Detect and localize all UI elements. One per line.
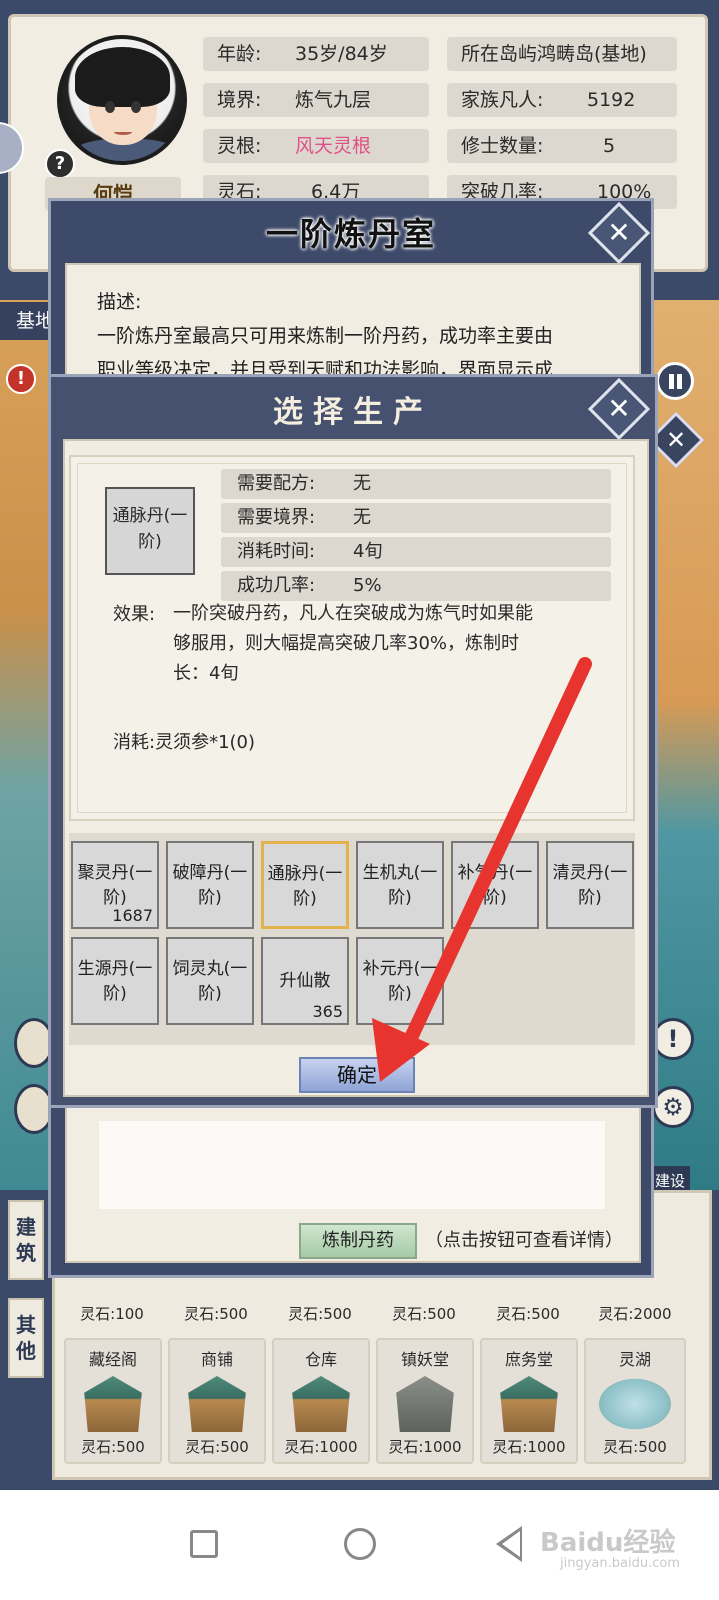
confirm-button[interactable]: 确定 [299, 1057, 415, 1093]
building-cost: 灵石:500 [288, 1305, 352, 1323]
tab-other[interactable]: 其他 [8, 1298, 44, 1378]
effect-label: 效果: [113, 604, 156, 625]
result-area [99, 1121, 605, 1209]
building-cost: 灵石:500 [184, 1305, 248, 1323]
req-time: 消耗时间: 4旬 [221, 537, 611, 567]
detail-panel: 通脉丹(一阶) 需要配方: 无 需要境界: 无 消耗时间: 4旬 成功几率: 5% 效果… [69, 455, 635, 821]
description-label: 描述: [97, 291, 142, 313]
production-body: 通脉丹(一阶) 需要配方: 无 需要境界: 无 消耗时间: 4旬 成功几率: 5% 效果… [63, 439, 649, 1097]
pause-icon[interactable] [656, 362, 694, 400]
home-icon[interactable] [344, 1528, 376, 1560]
age-stat: 年龄: 35岁/84岁 [203, 37, 429, 71]
building-card-spirit-lake[interactable]: 灵湖 灵石:500 [584, 1338, 686, 1464]
island-location: 所在岛屿鸿畴岛(基地) [447, 37, 677, 71]
building-image [599, 1378, 671, 1430]
building-card-warehouse[interactable]: 仓库 灵石:1000 [272, 1338, 370, 1464]
building-image [500, 1376, 558, 1432]
selected-pill-icon: 通脉丹(一阶) [105, 487, 195, 575]
req-realm: 需要境界: 无 [221, 503, 611, 533]
building-cost: 灵石:100 [80, 1305, 144, 1323]
pill-grid: 聚灵丹(一阶) 1687 破障丹(一阶) 通脉丹(一阶) 生机丸(一阶) 补气丹(… [69, 833, 635, 1045]
building-image [396, 1376, 454, 1432]
alert-icon[interactable]: ! [6, 364, 36, 394]
description-line: 一阶炼丹室最高只可用来炼制一阶丹药，成功率主要由 [97, 325, 554, 347]
building-image [84, 1376, 142, 1432]
building-card-shop[interactable]: 商铺 灵石:500 [168, 1338, 266, 1464]
watermark-url: jingyan.baidu.com [560, 1556, 680, 1571]
pill-item[interactable]: 补气丹(一阶) [451, 841, 539, 929]
pill-item[interactable]: 饲灵丸(一阶) [166, 937, 254, 1025]
recent-apps-icon[interactable] [190, 1530, 218, 1558]
back-icon[interactable] [496, 1526, 522, 1562]
pill-item[interactable]: 生机丸(一阶) [356, 841, 444, 929]
building-card-library[interactable]: 藏经阁 灵石:500 [64, 1338, 162, 1464]
building-card-demon-hall[interactable]: 镇妖堂 灵石:1000 [376, 1338, 474, 1464]
watermark: Baidu经验 [540, 1528, 676, 1558]
notice-icon[interactable]: ! [652, 1018, 694, 1060]
req-success-rate: 成功几率: 5% [221, 571, 611, 601]
pill-item[interactable]: 升仙散 365 [261, 937, 349, 1025]
effect-text: 一阶突破丹药，凡人在突破成为炼气时如果能 够服用，则大幅提高突破几率30%，炼制… [173, 603, 533, 684]
pill-item[interactable]: 清灵丹(一阶) [546, 841, 634, 929]
consume-text: 消耗:灵须参*1(0) [113, 732, 256, 753]
choose-production-dialog: 选择生产 ✕ 通脉丹(一阶) 需要配方: 无 需要境界: 无 消耗时间: 4旬 成功几… [48, 374, 658, 1108]
building-cost: 灵石:2000 [598, 1305, 672, 1323]
building-image [292, 1376, 350, 1432]
realm-stat: 境界: 炼气九层 [203, 83, 429, 117]
family-mortals-stat: 家族凡人: 5192 [447, 83, 677, 117]
character-portrait[interactable] [57, 35, 187, 165]
dialog-title: 一阶炼丹室 [265, 215, 436, 253]
req-recipe: 需要配方: 无 [221, 469, 611, 499]
help-icon[interactable]: ? [45, 149, 75, 179]
make-pill-button[interactable]: 炼制丹药 [299, 1223, 417, 1259]
cultivator-count-stat: 修士数量: 5 [447, 129, 677, 163]
building-image [188, 1376, 246, 1432]
pill-item[interactable]: 补元丹(一阶) [356, 937, 444, 1025]
pill-item[interactable]: 聚灵丹(一阶) 1687 [71, 841, 159, 929]
building-card-affairs-hall[interactable]: 庶务堂 灵石:1000 [480, 1338, 578, 1464]
building-cost: 灵石:500 [496, 1305, 560, 1323]
gear-icon[interactable]: ⚙ [652, 1086, 694, 1128]
pill-item[interactable]: 生源丹(一阶) [71, 937, 159, 1025]
pill-item[interactable]: 破障丹(一阶) [166, 841, 254, 929]
spirit-root-stat: 灵根: 风天灵根 [203, 129, 429, 163]
pill-item-selected[interactable]: 通脉丹(一阶) [261, 841, 349, 929]
building-cost: 灵石:500 [392, 1305, 456, 1323]
make-hint-text: （点击按钮可查看详情） [425, 1230, 623, 1251]
dialog-title: 选择生产 [273, 395, 433, 430]
tab-buildings[interactable]: 建筑 [8, 1200, 44, 1280]
